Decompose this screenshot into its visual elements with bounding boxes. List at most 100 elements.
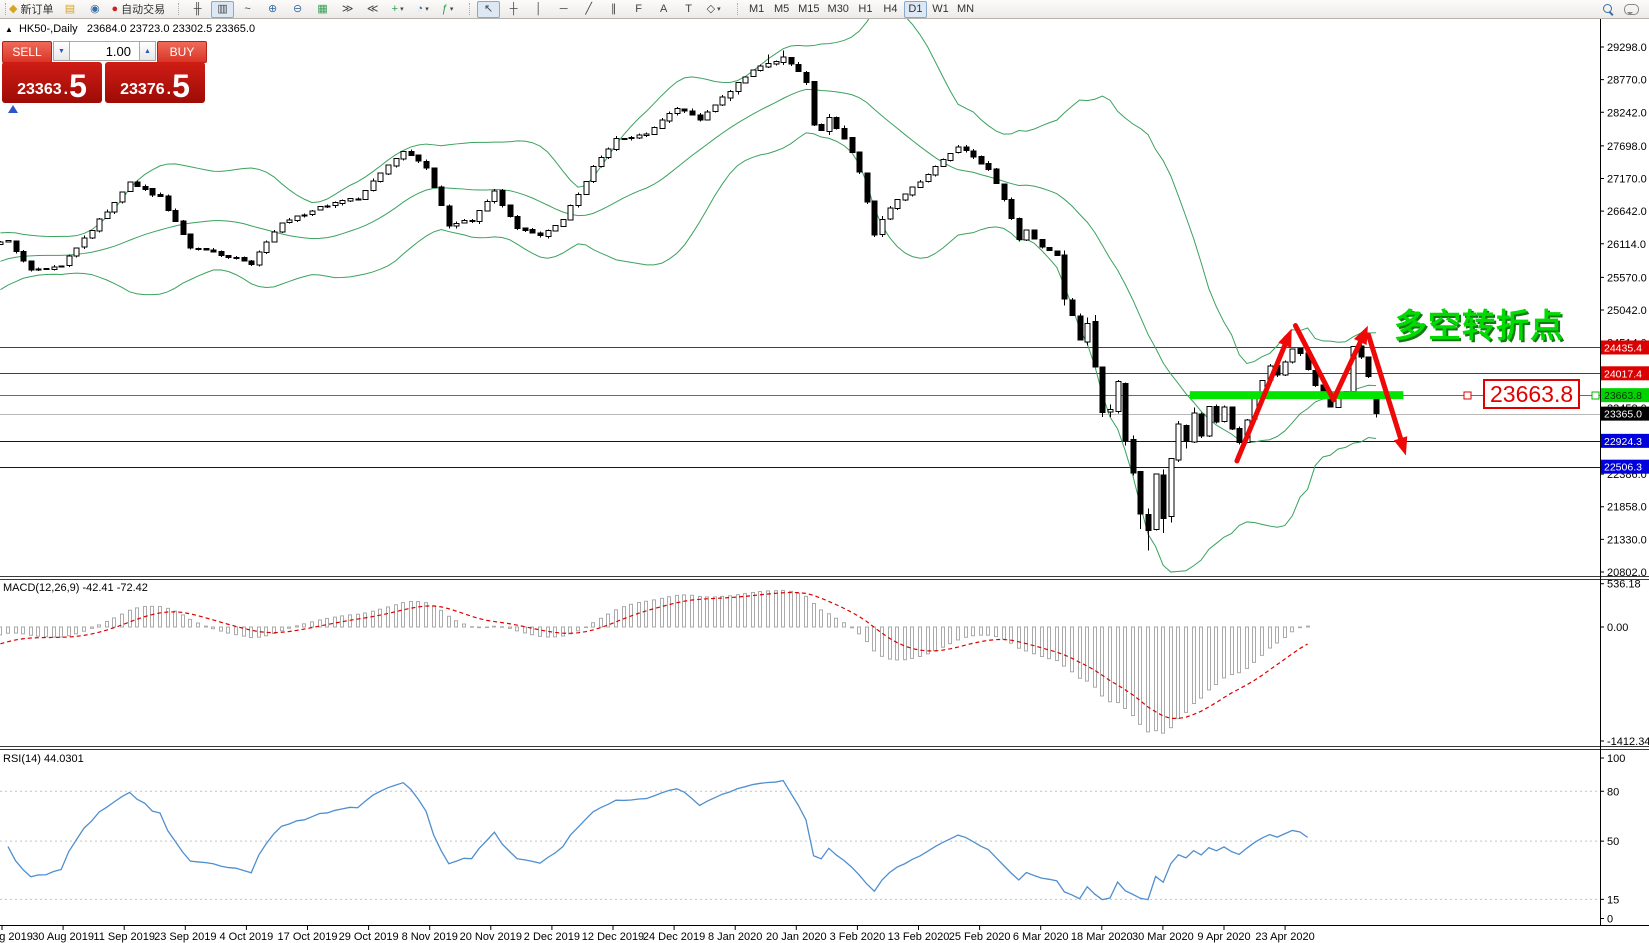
fibonacci-button[interactable]: F [627, 1, 650, 18]
new-order-icon: ◆ [9, 4, 17, 15]
svg-text:4 Oct 2019: 4 Oct 2019 [219, 931, 273, 943]
market-watch-button[interactable]: ◉ [83, 1, 106, 18]
turning-point-annotation[interactable]: 多空转折点 [1394, 299, 1564, 347]
svg-text:22924.3: 22924.3 [1604, 436, 1642, 448]
svg-text:27698.0: 27698.0 [1607, 141, 1647, 153]
zoom-out-button[interactable]: ⊖ [286, 1, 309, 18]
profiles-button[interactable]: ▤ [58, 1, 81, 18]
zoom-out-icon: ⊖ [293, 4, 302, 15]
macd-indicator [0, 590, 1310, 733]
svg-text:6 Mar 2020: 6 Mar 2020 [1013, 931, 1069, 943]
indicators-button[interactable]: ƒ▾ [436, 1, 459, 18]
lot-increase-button[interactable]: ▲ [139, 41, 156, 61]
hline-button[interactable]: ─ [552, 1, 575, 18]
one-click-trading-panel: SELL ▼ 1.00 ▲ BUY 23363 . 5 23376 . 5 [2, 41, 207, 103]
svg-text:30 Mar 2020: 30 Mar 2020 [1132, 931, 1194, 943]
new-order-button[interactable]: ◆ 新订单 [6, 1, 56, 18]
macd-label: MACD(12,26,9) -42.41 -72.42 [3, 582, 148, 594]
cursor-button[interactable]: ↖ [477, 1, 500, 18]
price-level-badges: 24435.424017.423663.823365.022924.322506… [1601, 340, 1649, 473]
sell-price-display[interactable]: 23363 . 5 [2, 62, 102, 103]
svg-text:25042.0: 25042.0 [1607, 305, 1647, 317]
candles-chart-button[interactable]: ▥ [211, 1, 234, 18]
timeframe-button-M5[interactable]: M5 [770, 1, 793, 18]
tile-windows-icon: ▦ [317, 4, 327, 15]
ohlc-values: 23684.0 23723.0 23302.5 23365.0 [87, 23, 255, 35]
svg-text:22506.3: 22506.3 [1604, 462, 1642, 474]
buy-button[interactable]: BUY [157, 41, 207, 63]
auto-scroll-button[interactable]: ≪ [361, 1, 384, 18]
svg-text:0: 0 [1607, 913, 1613, 925]
timeframe-button-M15[interactable]: M15 [795, 1, 822, 18]
svg-text:11 Sep 2019: 11 Sep 2019 [93, 931, 155, 943]
chat-icon[interactable] [1624, 4, 1639, 15]
timeframe-button-M1[interactable]: M1 [745, 1, 768, 18]
svg-text:23365.0: 23365.0 [1604, 409, 1642, 421]
sell-price-big-digit: 5 [69, 73, 87, 100]
timeframe-button-M30[interactable]: M30 [825, 1, 852, 18]
main-toolbar: ◆ 新订单 ▤ ◉ ● 自动交易 ╫ ▥ ~ ⊕ ⊖ ▦ ≫ ≪ +▾ ◔▾ ƒ… [0, 0, 1649, 19]
channel-button[interactable]: ∥ [602, 1, 625, 18]
new-order-label: 新订单 [20, 1, 53, 17]
candlesticks [0, 50, 1379, 550]
label-icon: T [685, 4, 692, 15]
toolbar-group-timeframes: M1M5M15M30H1H4D1W1MN [732, 0, 982, 18]
svg-text:100: 100 [1607, 753, 1625, 765]
svg-text:28242.0: 28242.0 [1607, 107, 1647, 119]
trendline-icon: ╱ [585, 4, 592, 15]
price-callout-box[interactable]: 23663.8 [1483, 379, 1580, 409]
svg-text:12 Dec 2019: 12 Dec 2019 [582, 931, 644, 943]
lot-size-value[interactable]: 1.00 [70, 41, 139, 61]
trendline-button[interactable]: ╱ [577, 1, 600, 18]
bars-chart-button[interactable]: ╫ [186, 1, 209, 18]
tile-windows-button[interactable]: ▦ [311, 1, 334, 18]
shapes-icon: ◇ [707, 4, 715, 15]
support-highlight-bar[interactable] [1190, 391, 1404, 399]
auto-trading-icon: ● [111, 4, 118, 15]
shift-end-icon: ≫ [342, 4, 354, 15]
crosshair-button[interactable]: ┼ [502, 1, 525, 18]
auto-trading-button[interactable]: ● 自动交易 [108, 1, 168, 18]
shapes-button[interactable]: ◇▾ [702, 1, 725, 18]
svg-text:21330.0: 21330.0 [1607, 534, 1647, 546]
line-chart-button[interactable]: ~ [236, 1, 259, 18]
svg-text:23 Apr 2020: 23 Apr 2020 [1255, 931, 1314, 943]
svg-text:20802.0: 20802.0 [1607, 567, 1647, 579]
chart-title: ▲ HK50-,Daily 23684.0 23723.0 23302.5 23… [5, 23, 255, 35]
svg-text:17 Oct 2019: 17 Oct 2019 [278, 931, 338, 943]
buy-price-big-digit: 5 [172, 73, 190, 100]
pane-borders [0, 19, 1649, 926]
collapse-icon[interactable]: ▲ [5, 25, 13, 34]
timeframe-button-W1[interactable]: W1 [929, 1, 952, 18]
horizontal-level-lines[interactable] [0, 348, 1600, 468]
svg-text:80: 80 [1607, 786, 1619, 798]
periodicity-button[interactable]: ◔▾ [411, 1, 434, 18]
chevron-down-icon: ▾ [717, 5, 721, 13]
timeframe-button-MN[interactable]: MN [954, 1, 977, 18]
macd-axis: 536.180.00-1412.34 [1600, 579, 1649, 748]
shift-end-button[interactable]: ≫ [336, 1, 359, 18]
timeframe-button-H4[interactable]: H4 [879, 1, 902, 18]
svg-text:15: 15 [1607, 894, 1619, 906]
vline-icon: │ [535, 4, 542, 15]
timeframe-button-H1[interactable]: H1 [854, 1, 877, 18]
vline-button[interactable]: │ [527, 1, 550, 18]
lot-decrease-button[interactable]: ▼ [53, 41, 70, 61]
svg-text:3 Feb 2020: 3 Feb 2020 [830, 931, 886, 943]
chart-canvas: 29298.028770.028242.027698.027170.026642… [0, 0, 1649, 943]
bars-chart-icon: ╫ [194, 4, 202, 15]
toolbar-group-chart-type: ╫ ▥ ~ ⊕ ⊖ ▦ ≫ ≪ +▾ ◔▾ ƒ▾ [173, 0, 464, 18]
svg-text:30 Aug 2019: 30 Aug 2019 [32, 931, 94, 943]
sell-button[interactable]: SELL [2, 41, 52, 63]
timeframe-button-D1[interactable]: D1 [904, 1, 927, 18]
buy-price-dot: . [167, 82, 171, 98]
new-chart-button[interactable]: +▾ [386, 1, 409, 18]
search-icon[interactable] [1603, 4, 1614, 15]
new-chart-icon: + [392, 4, 398, 15]
buy-price-display[interactable]: 23376 . 5 [105, 62, 205, 103]
svg-text:21858.0: 21858.0 [1607, 502, 1647, 514]
text-button[interactable]: A [652, 1, 675, 18]
toolbar-grip [737, 3, 741, 15]
label-button[interactable]: T [677, 1, 700, 18]
zoom-in-button[interactable]: ⊕ [261, 1, 284, 18]
